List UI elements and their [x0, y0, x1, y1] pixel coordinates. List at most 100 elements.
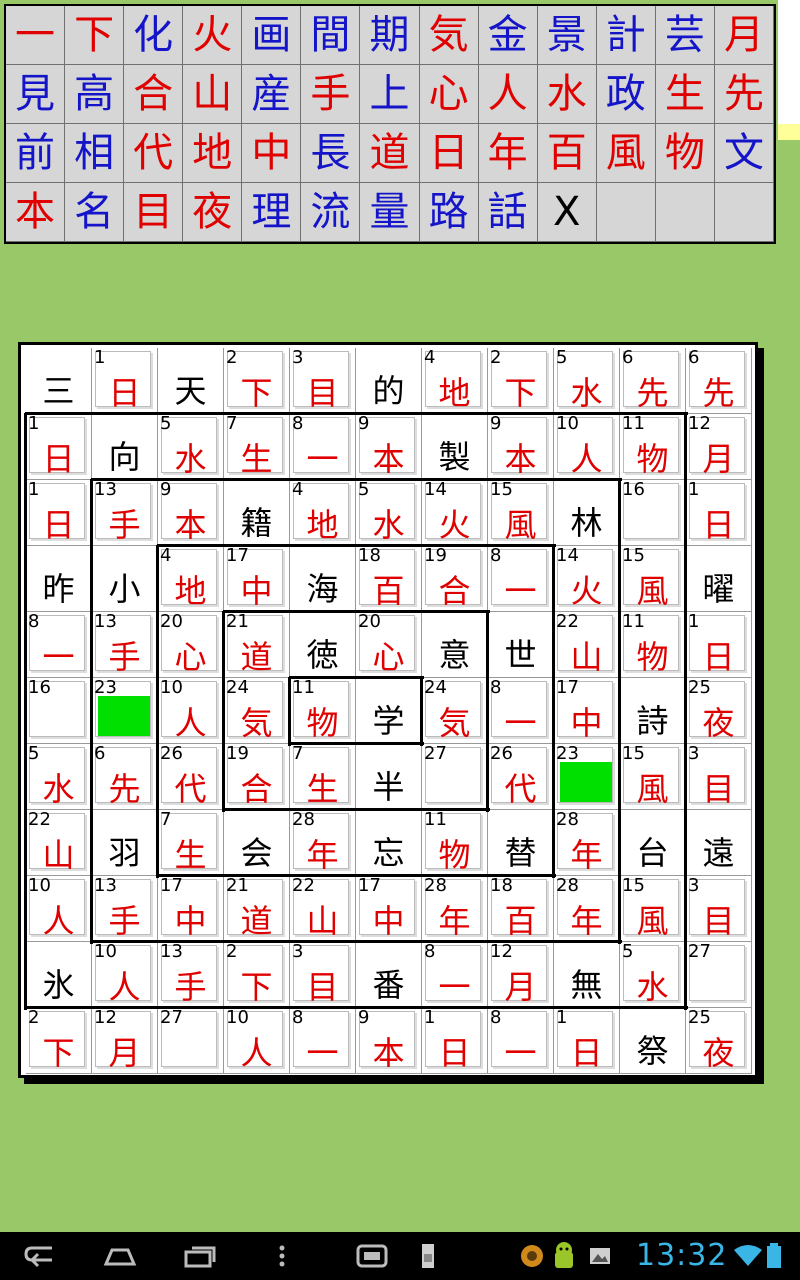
answer-cell[interactable]: 16 [26, 678, 92, 744]
answer-cell[interactable]: 5水 [356, 480, 422, 546]
picker-kanji-button[interactable]: 名 [65, 183, 125, 242]
picker-kanji-button[interactable]: 年 [478, 124, 538, 183]
back-icon[interactable] [22, 1240, 58, 1272]
picker-clear-button[interactable]: X [537, 183, 597, 242]
picker-kanji-button[interactable]: 山 [183, 65, 243, 124]
picker-kanji-button[interactable]: 流 [301, 183, 361, 242]
answer-cell[interactable]: 9本 [158, 480, 224, 546]
picker-kanji-button[interactable]: 芸 [655, 6, 715, 65]
answer-cell[interactable]: 8一 [488, 546, 554, 612]
picker-kanji-button[interactable]: 中 [242, 124, 302, 183]
picker-kanji-button[interactable]: 相 [65, 124, 125, 183]
answer-cell[interactable]: 27 [422, 744, 488, 810]
answer-cell[interactable]: 21 道 [224, 612, 290, 678]
answer-cell[interactable]: 23 [92, 678, 158, 744]
picker-kanji-button[interactable]: 合 [124, 65, 184, 124]
answer-cell[interactable]: 11 物 [422, 810, 488, 876]
answer-cell[interactable]: 23 [554, 744, 620, 810]
answer-cell[interactable]: 8一 [290, 414, 356, 480]
answer-cell[interactable]: 26 代 [488, 744, 554, 810]
answer-cell[interactable]: 16 [620, 480, 686, 546]
answer-cell[interactable]: 2下 [26, 1008, 92, 1074]
answer-cell[interactable]: 6先 [686, 348, 752, 414]
menu-icon[interactable] [264, 1240, 300, 1272]
answer-cell[interactable]: 17 中 [554, 678, 620, 744]
answer-cell[interactable]: 4地 [290, 480, 356, 546]
picker-kanji-button[interactable]: 理 [242, 183, 302, 242]
answer-cell[interactable]: 12 月 [92, 1008, 158, 1074]
answer-cell[interactable]: 28 年 [422, 876, 488, 942]
recents-icon[interactable] [182, 1240, 218, 1272]
answer-cell[interactable]: 5水 [620, 942, 686, 1008]
picker-kanji-button[interactable]: 地 [183, 124, 243, 183]
answer-cell[interactable]: 17 中 [224, 546, 290, 612]
home-icon[interactable] [102, 1240, 138, 1272]
answer-cell[interactable]: 2下 [488, 348, 554, 414]
answer-cell[interactable]: 3目 [290, 942, 356, 1008]
answer-cell[interactable]: 3目 [686, 744, 752, 810]
picker-kanji-button[interactable]: 期 [360, 6, 420, 65]
answer-cell[interactable]: 6先 [620, 348, 686, 414]
picker-kanji-button[interactable]: 前 [6, 124, 66, 183]
answer-cell[interactable]: 8一 [488, 1008, 554, 1074]
answer-cell[interactable]: 11 物 [620, 612, 686, 678]
answer-cell[interactable]: 27 [158, 1008, 224, 1074]
answer-cell[interactable]: 13 手 [158, 942, 224, 1008]
answer-cell[interactable]: 28 年 [290, 810, 356, 876]
picker-kanji-button[interactable]: 風 [596, 124, 656, 183]
answer-cell[interactable]: 2下 [224, 348, 290, 414]
picker-kanji-button[interactable]: 文 [714, 124, 774, 183]
picker-kanji-button[interactable]: 政 [596, 65, 656, 124]
answer-cell[interactable]: 4地 [422, 348, 488, 414]
picker-kanji-button[interactable]: 気 [419, 6, 479, 65]
picker-kanji-button[interactable]: 夜 [183, 183, 243, 242]
answer-cell[interactable]: 14 火 [422, 480, 488, 546]
answer-cell[interactable]: 10 人 [92, 942, 158, 1008]
answer-cell[interactable]: 15 風 [488, 480, 554, 546]
picker-kanji-button[interactable]: 道 [360, 124, 420, 183]
answer-cell[interactable]: 4地 [158, 546, 224, 612]
answer-cell[interactable]: 9本 [356, 414, 422, 480]
answer-cell[interactable]: 24 気 [224, 678, 290, 744]
picker-kanji-button[interactable]: 路 [419, 183, 479, 242]
answer-cell[interactable]: 22 山 [554, 612, 620, 678]
answer-cell[interactable]: 5水 [26, 744, 92, 810]
answer-cell[interactable]: 8一 [488, 678, 554, 744]
picker-kanji-button[interactable]: 見 [6, 65, 66, 124]
answer-cell[interactable]: 17 中 [356, 876, 422, 942]
answer-cell[interactable]: 24 気 [422, 678, 488, 744]
picker-kanji-button[interactable]: 量 [360, 183, 420, 242]
picker-kanji-button[interactable]: 金 [478, 6, 538, 65]
answer-cell[interactable]: 1日 [422, 1008, 488, 1074]
answer-cell[interactable]: 20 心 [356, 612, 422, 678]
answer-cell[interactable]: 8一 [290, 1008, 356, 1074]
picker-kanji-button[interactable]: 水 [537, 65, 597, 124]
answer-cell[interactable]: 5水 [158, 414, 224, 480]
answer-cell[interactable]: 27 [686, 942, 752, 1008]
picker-kanji-button[interactable]: 化 [124, 6, 184, 65]
answer-cell[interactable]: 1日 [92, 348, 158, 414]
picker-kanji-button[interactable]: 人 [478, 65, 538, 124]
picker-kanji-button[interactable]: 景 [537, 6, 597, 65]
picker-kanji-button[interactable]: 話 [478, 183, 538, 242]
answer-cell[interactable]: 11 物 [620, 414, 686, 480]
picker-kanji-button[interactable]: 物 [655, 124, 715, 183]
answer-cell[interactable]: 11 物 [290, 678, 356, 744]
answer-cell[interactable]: 1日 [554, 1008, 620, 1074]
answer-cell[interactable]: 15 風 [620, 546, 686, 612]
answer-cell[interactable]: 10 人 [26, 876, 92, 942]
answer-cell[interactable]: 14 火 [554, 546, 620, 612]
answer-cell[interactable]: 10 人 [224, 1008, 290, 1074]
picker-kanji-button[interactable]: 日 [419, 124, 479, 183]
answer-cell[interactable]: 22 山 [26, 810, 92, 876]
answer-cell[interactable]: 12 月 [488, 942, 554, 1008]
answer-cell[interactable]: 1日 [26, 480, 92, 546]
answer-cell[interactable]: 3目 [290, 348, 356, 414]
answer-cell[interactable]: 15 風 [620, 876, 686, 942]
answer-cell[interactable]: 10 人 [158, 678, 224, 744]
answer-cell[interactable]: 15 風 [620, 744, 686, 810]
picker-kanji-button[interactable]: 一 [6, 6, 66, 65]
answer-cell[interactable]: 6先 [92, 744, 158, 810]
answer-cell[interactable]: 19 合 [422, 546, 488, 612]
answer-cell[interactable]: 5水 [554, 348, 620, 414]
